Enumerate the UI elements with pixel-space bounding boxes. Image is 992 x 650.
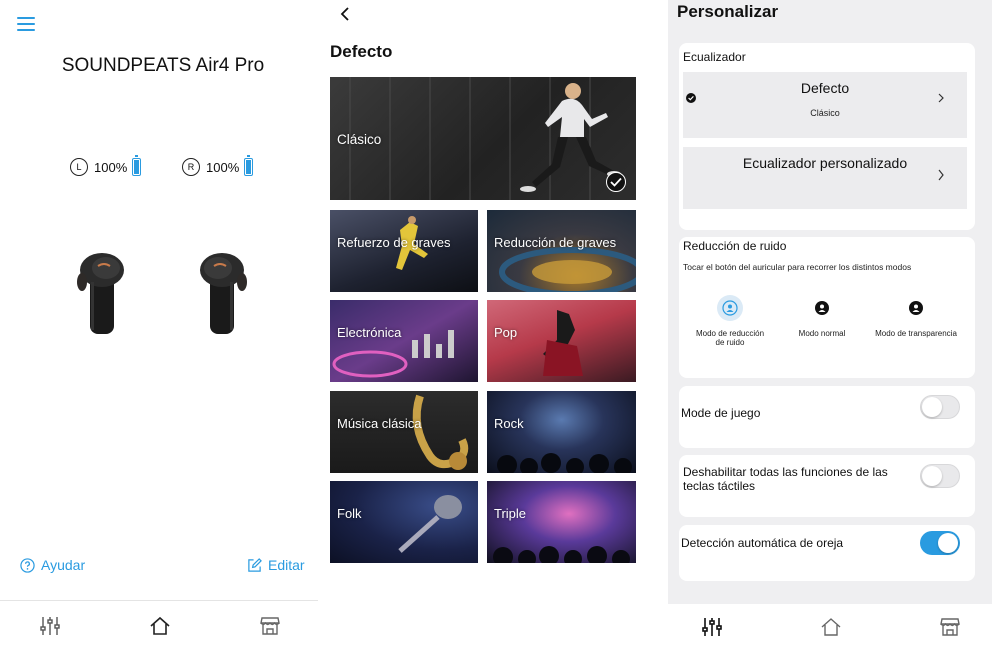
home-icon[interactable] (140, 606, 180, 646)
home-screen: SOUNDPEATS Air4 Pro L 100% R 100% Ayudar (0, 0, 318, 650)
mode-normal[interactable]: Modo normal (772, 295, 872, 338)
edit-icon (248, 557, 262, 572)
bottom-nav (668, 604, 992, 650)
concert-image (497, 453, 632, 473)
disable-touch-label-line2: teclas táctiles (683, 479, 756, 493)
game-mode-toggle[interactable] (920, 395, 960, 419)
noise-cancel-icon (717, 295, 743, 321)
store-icon[interactable] (250, 606, 290, 646)
dj-deck-image (332, 330, 454, 378)
mode-label-line1: Modo de transparencia (875, 329, 957, 338)
home-icon[interactable] (811, 607, 851, 647)
preset-tile-electronic[interactable]: Electrónica (330, 300, 478, 382)
festival-image (493, 546, 630, 563)
preset-label: Electrónica (337, 325, 402, 340)
right-earbud-label: R (182, 158, 200, 176)
chevron-right-icon (937, 91, 945, 107)
noise-reduction-hint: Tocar el botón del auricular para recorr… (683, 262, 912, 272)
customize-screen: Personalizar Ecualizador Defecto Clásico… (668, 0, 992, 650)
mode-label-line1: Modo normal (798, 329, 846, 338)
left-earbud-label: L (70, 158, 88, 176)
game-mode-label: Mode de juego (681, 406, 761, 420)
eq-custom-title: Ecualizador personalizado (742, 155, 908, 171)
saxophone-image (412, 394, 469, 470)
preset-tile-folk[interactable]: Folk (330, 481, 478, 563)
transparency-mode-icon (903, 295, 929, 321)
mode-transparency[interactable]: Modo de transparencia (866, 295, 966, 338)
battery-icon (132, 155, 142, 176)
equalizer-card: Ecualizador Defecto Clásico Ecualizador … (679, 43, 975, 230)
right-battery: R 100% (182, 155, 254, 176)
preset-label: Folk (337, 506, 362, 521)
left-battery-value: 100% (94, 159, 128, 175)
chevron-right-icon (937, 168, 945, 185)
jumper-image (396, 216, 428, 270)
disable-touch-toggle[interactable] (920, 464, 960, 488)
left-earbud-image (77, 253, 124, 334)
eq-default-row[interactable]: Defecto Clásico (683, 72, 967, 138)
eq-presets-screen: Defecto Clásico Refuerzo de graves Reduc… (318, 0, 668, 650)
preset-label: Refuerzo de graves (337, 235, 451, 250)
dancer-image (543, 310, 583, 376)
preset-label: Clásico (337, 132, 382, 147)
equalizer-label: Ecualizador (683, 50, 746, 64)
help-button[interactable]: Ayudar (20, 557, 85, 573)
preset-tile-classical-music[interactable]: Música clásica (330, 391, 478, 473)
noise-reduction-title: Reducción de ruido (683, 239, 787, 253)
equalizer-icon[interactable] (692, 607, 732, 647)
battery-icon (244, 155, 254, 176)
normal-mode-icon (809, 295, 835, 321)
mode-noise-cancel[interactable]: Modo de reducción de ruido (680, 295, 780, 347)
page-title: Defecto (330, 42, 393, 61)
preset-label: Rock (494, 416, 524, 431)
left-battery: L 100% (70, 155, 142, 176)
device-name: SOUNDPEATS Air4 Pro (61, 55, 265, 76)
preset-tile-rock[interactable]: Rock (487, 391, 636, 473)
back-icon[interactable] (338, 5, 358, 25)
store-icon[interactable] (930, 607, 970, 647)
vinyl-image (499, 247, 636, 292)
right-earbud-image (200, 253, 247, 334)
ear-detection-toggle[interactable] (920, 531, 960, 555)
edit-button[interactable]: Editar (247, 557, 305, 573)
mode-label-line2: de ruido (715, 338, 745, 347)
preset-tile-bass-reduce[interactable]: Reducción de graves (487, 210, 636, 292)
equalizer-icon[interactable] (30, 606, 70, 646)
preset-tile-classic[interactable]: Clásico (330, 77, 636, 200)
help-icon (20, 557, 35, 573)
right-battery-value: 100% (206, 159, 240, 175)
eq-custom-row[interactable]: Ecualizador personalizado (683, 147, 967, 209)
mode-label-line1: Modo de reducción (695, 329, 765, 338)
eq-default-title: Defecto (800, 80, 850, 96)
edit-label: Editar (268, 557, 305, 573)
disable-touch-label-line1: Deshabilitar todas las funciones de las (683, 465, 888, 479)
game-mode-card: Mode de juego (679, 386, 975, 448)
page-title: Personalizar (677, 2, 779, 21)
microphone-image (398, 495, 462, 553)
ear-detection-label: Detección automática de oreja (681, 536, 844, 550)
preset-label: Triple (494, 506, 527, 521)
eq-default-subtitle: Clásico (810, 108, 840, 118)
preset-label: Reducción de graves (494, 235, 617, 250)
hamburger-menu-icon[interactable] (17, 17, 35, 32)
preset-tile-triple[interactable]: Triple (487, 481, 636, 563)
preset-label: Pop (494, 325, 518, 340)
preset-tile-bass-boost[interactable]: Refuerzo de graves (330, 210, 478, 292)
ear-detection-card: Detección automática de oreja (679, 525, 975, 581)
selected-check-icon (606, 172, 626, 192)
preset-tile-pop[interactable]: Pop (487, 300, 636, 382)
disable-touch-card: Deshabilitar todas las funciones de las … (679, 455, 975, 517)
help-label: Ayudar (41, 557, 86, 573)
bottom-nav (0, 600, 318, 650)
preset-label: Música clásica (337, 416, 422, 431)
